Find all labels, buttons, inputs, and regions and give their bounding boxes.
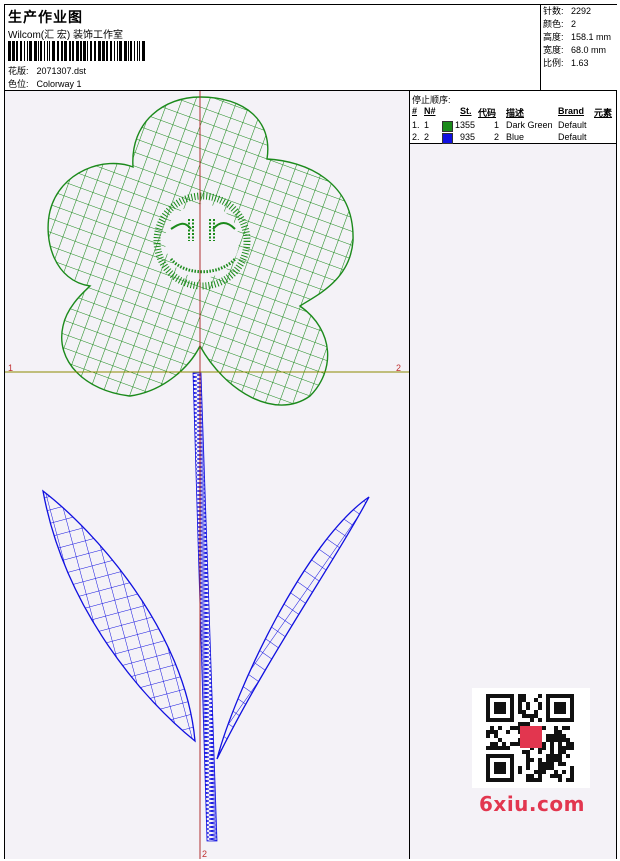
studio-name: Wilcom(汇 宏) 装饰工作室 — [8, 30, 123, 41]
col-description: 描述 — [506, 108, 525, 118]
header-panel: 生产作业图 Wilcom(汇 宏) 装饰工作室 花版: 2071307.dst … — [5, 5, 617, 91]
colorway-value: Colorway 1 — [36, 79, 82, 89]
color-swatch-icon — [442, 121, 453, 132]
stat-stitches: 针数: 2292 — [543, 6, 592, 16]
colorway-meta: 色位: Colorway 1 — [8, 77, 82, 90]
barcode-icon — [8, 41, 145, 61]
design-value: 2071307.dst — [36, 66, 87, 76]
design-label: 花版: — [8, 66, 29, 76]
col-brand: Brand — [558, 106, 585, 116]
design-meta: 花版: 2071307.dst — [8, 64, 86, 77]
embroidery-design: 1 2 2 — [5, 91, 409, 859]
design-canvas[interactable]: 1 2 2 — [5, 91, 410, 859]
qr-code-icon — [472, 688, 590, 788]
col-element: 元素 — [594, 108, 613, 118]
table-row[interactable]: 2. 2 935 2 Blue Default — [410, 132, 616, 144]
stat-height: 高度: 158.1 mm — [543, 32, 612, 42]
stop-sequence-title: 停止顺序: — [412, 95, 451, 105]
stat-width: 宽度: 68.0 mm — [543, 45, 607, 55]
watermark-logo: 6xiu.com — [479, 792, 585, 816]
axis-label-right: 2 — [396, 363, 401, 373]
table-row[interactable]: 1. 1 1355 1 Dark Green Default — [410, 120, 616, 132]
col-num: # — [412, 106, 418, 116]
page-title: 生产作业图 — [8, 9, 83, 25]
left-leaf — [42, 489, 196, 743]
worksheet-frame: 生产作业图 Wilcom(汇 宏) 装饰工作室 花版: 2071307.dst … — [4, 4, 617, 859]
colorway-label: 色位: — [8, 79, 29, 89]
stem — [192, 372, 218, 842]
col-code: 代码 — [478, 108, 497, 118]
right-leaf — [216, 496, 370, 760]
color-swatch-icon — [442, 133, 453, 144]
axis-label-bottom: 2 — [202, 849, 207, 859]
axis-label-left: 1 — [8, 363, 13, 373]
stat-colors: 颜色: 2 — [543, 19, 577, 29]
col-n: N# — [424, 106, 436, 116]
stats-panel: 针数: 2292 颜色: 2 高度: 158.1 mm 宽度: 68.0 mm 比例: 1… — [540, 5, 617, 90]
stop-sequence-table: 停止顺序: # N# St. 代码 描述 Brand 元素 1. 1 1355 … — [410, 91, 616, 144]
col-stitches: St. — [460, 106, 472, 116]
stat-scale: 比例: 1.63 — [543, 58, 589, 68]
